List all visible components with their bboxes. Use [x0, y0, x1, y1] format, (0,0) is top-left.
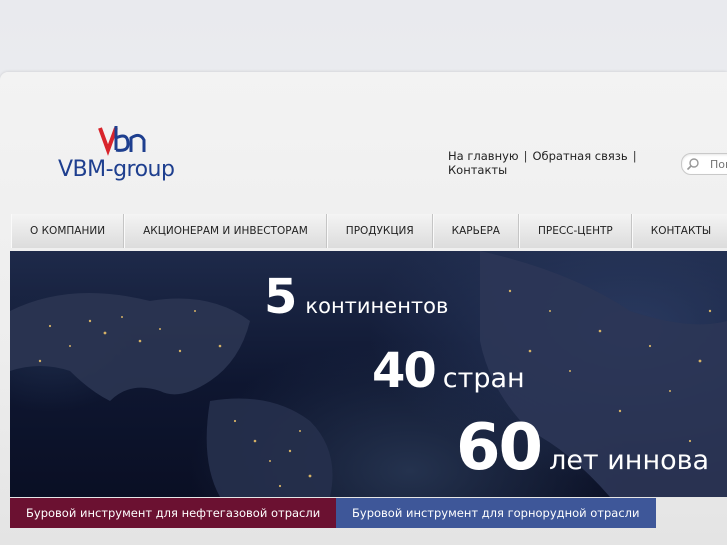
banner-line-countries: 40 стран — [372, 343, 525, 399]
contacts-link[interactable]: Контакты — [448, 163, 507, 177]
nav-item-products[interactable]: ПРОДУКЦИЯ — [326, 214, 433, 248]
banner-text: стран — [442, 363, 525, 394]
link-separator: | — [632, 149, 637, 163]
tab-mining[interactable]: Буровой инструмент для горнорудной отрас… — [336, 498, 656, 528]
nav-item-investors[interactable]: АКЦИОНЕРАМ И ИНВЕСТОРАМ — [124, 214, 327, 248]
logo-mark-icon — [98, 126, 146, 156]
banner-number: 5 — [264, 269, 297, 325]
nav-item-contacts[interactable]: КОНТАКТЫ — [631, 214, 727, 248]
search-input[interactable] — [710, 156, 727, 172]
banner-line-years: 60 лет иннова — [456, 411, 709, 485]
banner-text: лет иннова — [549, 445, 710, 476]
banner-number: 40 — [372, 343, 437, 399]
banner-line-continents: 5 континентов — [264, 269, 448, 325]
product-tabs: Буровой инструмент для нефтегазовой отра… — [10, 498, 656, 528]
search-icon[interactable] — [686, 157, 700, 171]
banner-number: 60 — [456, 411, 543, 485]
hero-banner[interactable]: 5 континентов 40 стран 60 лет иннова — [10, 251, 727, 497]
search-box — [681, 153, 727, 175]
banner-text: континентов — [305, 294, 449, 318]
tab-oil-gas[interactable]: Буровой инструмент для нефтегазовой отра… — [10, 498, 336, 528]
nav-item-career[interactable]: КАРЬЕРА — [432, 214, 519, 248]
page-container: VBM-group На главную | Обратная связь | Кон… — [0, 72, 727, 545]
nav-item-about[interactable]: О КОМПАНИИ — [11, 214, 125, 248]
header-links: На главную | Обратная связь | Контакты — [448, 149, 658, 177]
feedback-link[interactable]: Обратная связь — [532, 149, 627, 163]
main-nav: О КОМПАНИИ АКЦИОНЕРАМ И ИНВЕСТОРАМ ПРОДУ… — [11, 214, 727, 248]
brand-logo[interactable]: VBM-group — [58, 124, 198, 190]
logo-text: VBM-group — [58, 157, 175, 182]
home-link[interactable]: На главную — [448, 149, 519, 163]
link-separator: | — [523, 149, 528, 163]
nav-item-press[interactable]: ПРЕСС-ЦЕНТР — [518, 214, 632, 248]
